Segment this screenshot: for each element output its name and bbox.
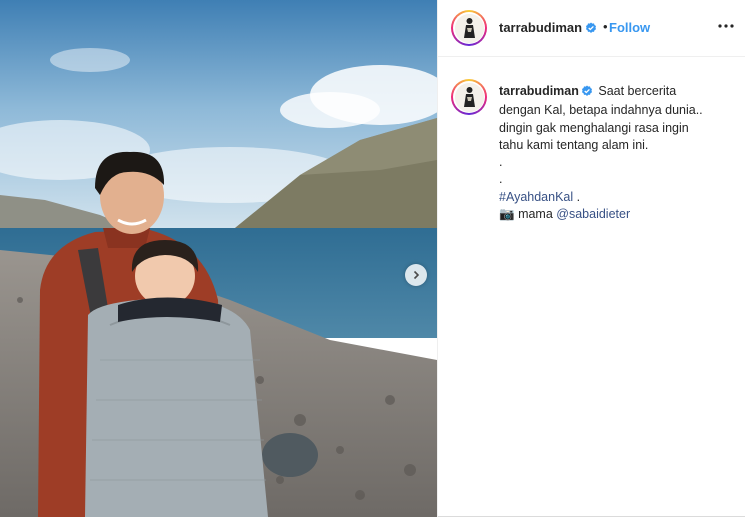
mention-link[interactable]: @sabaidieter bbox=[556, 207, 630, 221]
caption-username[interactable]: tarrabudiman bbox=[499, 84, 579, 98]
follow-button[interactable]: Follow bbox=[609, 20, 650, 35]
avatar-image bbox=[454, 13, 484, 43]
caption-line: tarrabudiman Saat bercerita bbox=[499, 83, 719, 102]
separator-dot: • bbox=[603, 19, 608, 34]
credit-prefix: mama bbox=[518, 207, 553, 222]
photo-illustration bbox=[0, 0, 437, 517]
caption-avatar[interactable] bbox=[451, 79, 487, 115]
hashtag-suffix: . bbox=[573, 189, 581, 204]
caption-line: dingin gak menghalangi rasa ingin bbox=[499, 120, 689, 135]
caption-line: 📷 mama @sabaidieter bbox=[499, 206, 719, 223]
verified-badge-icon bbox=[585, 21, 597, 39]
verified-badge-icon bbox=[581, 85, 593, 102]
post-side-panel: tarrabudiman • Follow tarrabudiman Saat … bbox=[437, 0, 745, 517]
more-options-button[interactable] bbox=[716, 16, 736, 36]
post-header: tarrabudiman • Follow bbox=[438, 0, 745, 57]
caption-line: #AyahdanKal . bbox=[499, 189, 719, 206]
caption-line: tahu kami tentang alam ini. bbox=[499, 137, 649, 152]
post-photo[interactable] bbox=[0, 0, 437, 517]
hashtag-link[interactable]: #AyahdanKal bbox=[499, 190, 573, 204]
caption-line: . bbox=[499, 172, 503, 187]
camera-emoji-icon: 📷 bbox=[499, 207, 515, 222]
chevron-right-icon bbox=[413, 270, 420, 280]
caption-line: dengan Kal, betapa indahnya dunia.. bbox=[499, 103, 703, 118]
caption-line: . bbox=[499, 155, 503, 170]
header-username[interactable]: tarrabudiman bbox=[499, 20, 582, 35]
caption-line-text: Saat bercerita bbox=[598, 84, 677, 98]
avatar[interactable] bbox=[451, 10, 487, 46]
caption-text: tarrabudiman Saat bercerita dengan Kal, … bbox=[499, 83, 719, 223]
more-options-icon bbox=[718, 24, 734, 28]
next-photo-button[interactable] bbox=[405, 264, 427, 286]
instagram-post: tarrabudiman • Follow tarrabudiman Saat … bbox=[0, 0, 745, 517]
avatar-image bbox=[454, 82, 484, 112]
